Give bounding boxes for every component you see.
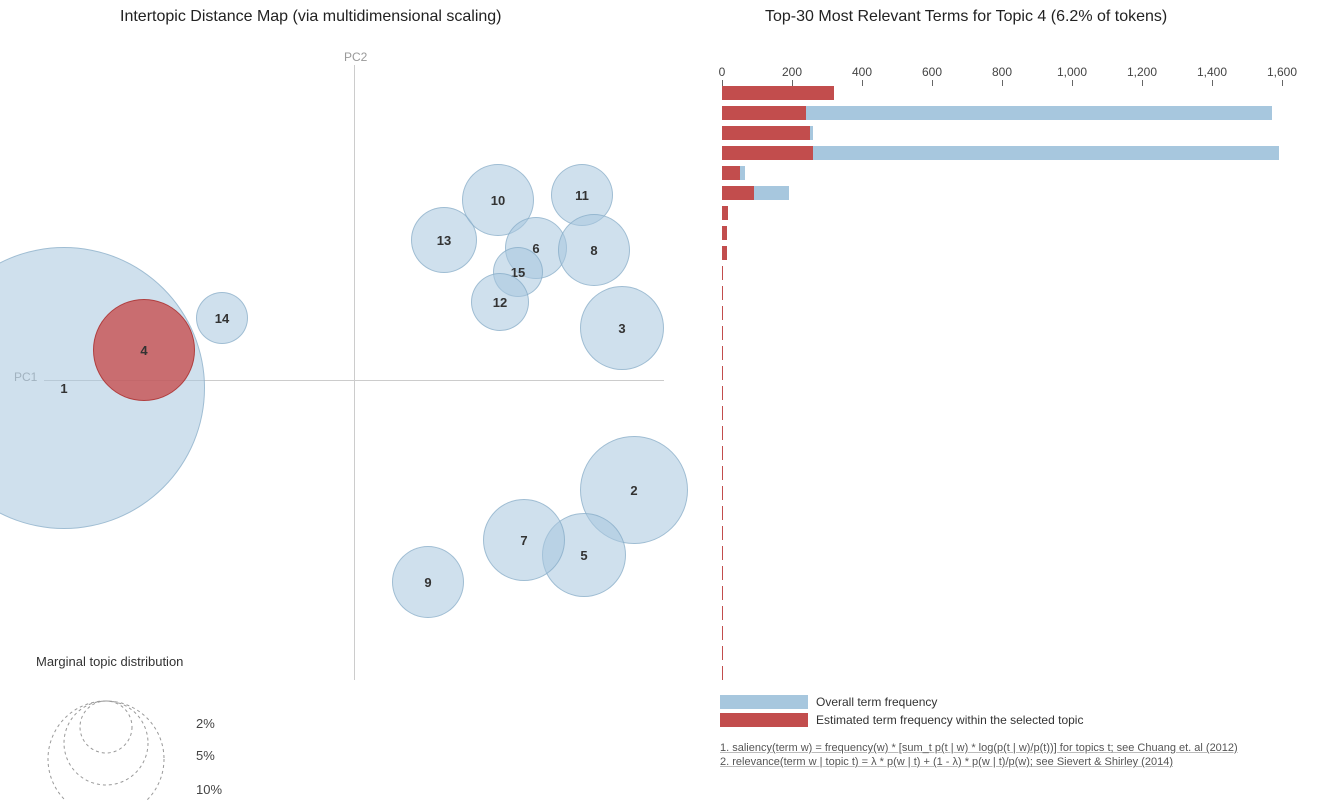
bar-topic (722, 326, 723, 340)
term-bar-row[interactable] (720, 485, 1280, 505)
x-tick: 1,000 (1057, 65, 1087, 79)
term-bar-row[interactable] (720, 665, 1280, 685)
x-tick: 1,600 (1267, 65, 1297, 79)
term-bar-row[interactable] (720, 85, 1280, 105)
x-tick: 800 (992, 65, 1012, 79)
bar-chart-footnotes: 1. saliency(term w) = frequency(w) * [su… (720, 742, 1238, 770)
term-bar-row[interactable] (720, 305, 1280, 325)
bar-topic (722, 426, 723, 440)
x-tick: 200 (782, 65, 802, 79)
bar-topic (722, 446, 723, 460)
axis-label-pc2: PC2 (344, 50, 367, 64)
topic-circle-7[interactable]: 7 (483, 499, 565, 581)
footnote-relevance: 2. relevance(term w | topic t) = λ * p(w… (720, 756, 1238, 768)
y-axis-line (354, 65, 355, 680)
marginal-distribution-legend: Marginal topic distribution 2% 5% 10% (36, 654, 316, 800)
bar-topic (722, 226, 727, 240)
term-bar-row[interactable] (720, 265, 1280, 285)
term-bar-row[interactable] (720, 465, 1280, 485)
term-bar-row[interactable] (720, 505, 1280, 525)
term-bar-row[interactable] (720, 625, 1280, 645)
bar-topic (722, 166, 740, 180)
topic-circle-12[interactable]: 12 (471, 273, 529, 331)
term-bar-row[interactable] (720, 545, 1280, 565)
bar-topic (722, 386, 723, 400)
bar-topic (722, 526, 723, 540)
x-tick: 1,400 (1197, 65, 1227, 79)
x-tick: 0 (719, 65, 726, 79)
bar-topic (722, 86, 834, 100)
bar-topic (722, 246, 727, 260)
x-tick: 600 (922, 65, 942, 79)
bar-topic (722, 566, 723, 580)
term-bar-row[interactable] (720, 325, 1280, 345)
bar-topic (722, 306, 723, 320)
term-bar-row[interactable] (720, 525, 1280, 545)
term-bar-row[interactable] (720, 585, 1280, 605)
bar-topic (722, 186, 754, 200)
bar-topic (722, 346, 723, 360)
term-bar-row[interactable] (720, 405, 1280, 425)
bar-topic (722, 406, 723, 420)
bar-topic (722, 466, 723, 480)
bar-topic (722, 106, 806, 120)
topic-circle-9[interactable]: 9 (392, 546, 464, 618)
topic-circle-8[interactable]: 8 (558, 214, 630, 286)
intertopic-title: Intertopic Distance Map (via multidimens… (120, 8, 502, 26)
bar-topic (722, 266, 723, 280)
bar-topic (722, 146, 813, 160)
bar-topic (722, 586, 723, 600)
bar-topic (722, 286, 723, 300)
footnote-saliency: 1. saliency(term w) = frequency(w) * [su… (720, 742, 1238, 754)
bar-chart-title: Top-30 Most Relevant Terms for Topic 4 (… (765, 8, 1167, 26)
term-bar-row[interactable] (720, 445, 1280, 465)
bar-topic (722, 646, 723, 660)
term-bar-row[interactable] (720, 365, 1280, 385)
bar-topic (722, 366, 723, 380)
bar-topic (722, 546, 723, 560)
legend-overall-label: Overall term frequency (816, 695, 937, 709)
term-bar-row[interactable] (720, 645, 1280, 665)
topic-circle-4[interactable]: 4 (93, 299, 195, 401)
term-bar-row[interactable] (720, 125, 1280, 145)
bar-topic (722, 486, 723, 500)
term-bar-row[interactable] (720, 165, 1280, 185)
bar-topic (722, 606, 723, 620)
topic-circle-14[interactable]: 14 (196, 292, 248, 344)
term-bar-row[interactable] (720, 565, 1280, 585)
term-bar-row[interactable] (720, 105, 1280, 125)
marginal-distribution-circles (36, 671, 216, 800)
term-bar-row[interactable] (720, 345, 1280, 365)
legend-2pct: 2% (196, 716, 215, 731)
term-bar-row[interactable] (720, 205, 1280, 225)
legend-topic-label: Estimated term frequency within the sele… (816, 713, 1083, 727)
x-tick: 1,200 (1127, 65, 1157, 79)
term-bar-row[interactable] (720, 285, 1280, 305)
swatch-topic (720, 713, 808, 727)
term-bar-row[interactable] (720, 425, 1280, 445)
bar-topic (722, 206, 728, 220)
term-bar-row[interactable] (720, 145, 1280, 165)
legend-10pct: 10% (196, 782, 222, 797)
term-bar-row[interactable] (720, 225, 1280, 245)
topic-circle-3[interactable]: 3 (580, 286, 664, 370)
swatch-overall (720, 695, 808, 709)
marginal-distribution-title: Marginal topic distribution (36, 654, 316, 669)
intertopic-scatter[interactable]: PC1 PC2 114131011681512325794 (14, 50, 694, 680)
bar-topic (722, 506, 723, 520)
bar-topic (722, 626, 723, 640)
bar-topic (722, 126, 810, 140)
term-bar-row[interactable] (720, 385, 1280, 405)
x-tick: 400 (852, 65, 872, 79)
bar-topic (722, 666, 723, 680)
bar-chart-legend: Overall term frequency Estimated term fr… (720, 695, 1083, 731)
legend-5pct: 5% (196, 748, 215, 763)
term-bar-chart[interactable]: 0 200 400 600 800 1,000 1,200 1,400 1,600 (720, 30, 1300, 690)
term-bar-row[interactable] (720, 185, 1280, 205)
term-bar-row[interactable] (720, 605, 1280, 625)
term-bar-row[interactable] (720, 245, 1280, 265)
